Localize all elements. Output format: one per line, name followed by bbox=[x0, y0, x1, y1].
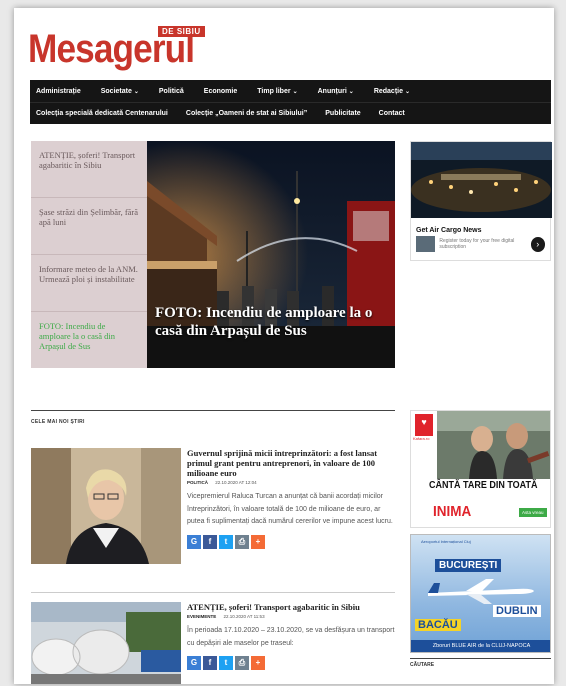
chevron-down-icon: ⌄ bbox=[292, 88, 298, 95]
nav-item-economie[interactable]: Economie bbox=[204, 88, 237, 95]
ad-bottom: Register today for your free digital sub… bbox=[411, 236, 550, 252]
ad-heading-highlight: INIMA bbox=[433, 503, 472, 520]
ad-brand-sub: Kafara.ro bbox=[413, 436, 430, 441]
more-share-icon[interactable]: + bbox=[251, 656, 265, 670]
hero-list-item-active[interactable]: FOTO: Incendiu de amploare la o casă din… bbox=[31, 312, 147, 369]
google-plus-icon[interactable]: G bbox=[187, 656, 201, 670]
section-title: CELE MAI NOI ȘTIRI bbox=[31, 419, 85, 425]
ad-city-bacau: BACĂU bbox=[415, 619, 461, 631]
chevron-down-icon: ⌄ bbox=[348, 88, 354, 95]
article-divider bbox=[31, 592, 395, 593]
logo-subtitle: DE SIBIU bbox=[158, 26, 205, 37]
nav-item-publicitate[interactable]: Publicitate bbox=[325, 110, 360, 117]
sidebar-divider bbox=[410, 658, 551, 659]
twitter-icon[interactable]: t bbox=[219, 534, 233, 549]
nav-item-contact[interactable]: Contact bbox=[379, 110, 405, 117]
kiss-logo-icon: ♥ bbox=[415, 414, 433, 436]
nav-row-secondary: Colecția specială dedicată Centenarului … bbox=[30, 102, 551, 124]
hero-featured-image[interactable]: FOTO: Incendiu de amploare la o casă din… bbox=[147, 141, 395, 368]
hero-list-item[interactable]: ATENȚIE, șoferi! Transport agabaritic în… bbox=[31, 141, 147, 198]
article-excerpt: Vicepremierul Raluca Turcan a anunțat că… bbox=[187, 493, 393, 525]
nav-item-anunturi[interactable]: Anunțuri ⌄ bbox=[318, 88, 354, 95]
nav-row-primary: Administrație Societate ⌄ Politică Econom… bbox=[30, 80, 551, 102]
kiss-fm-ad[interactable]: ♥ Kafara.ro CÂNTĂ TARE DIN TOATĂ INIMA A… bbox=[410, 410, 551, 528]
air-cargo-ad[interactable]: Get Air Cargo News Register today for yo… bbox=[410, 141, 552, 261]
chevron-down-icon: ⌄ bbox=[133, 88, 139, 95]
portrait-photo bbox=[31, 448, 181, 564]
nav-item-oameni-de-stat[interactable]: Colecție „Oameni de stat ai Sibiului” bbox=[186, 110, 307, 117]
nav-item-politica[interactable]: Politică bbox=[159, 88, 184, 95]
share-buttons: G f t ⎙ + bbox=[187, 534, 395, 549]
arrow-right-icon[interactable]: › bbox=[530, 236, 545, 252]
site-logo[interactable]: Mesagerul DE SIBIU bbox=[28, 24, 217, 74]
ad-top-text: Aeroportul Internațional Cluj bbox=[421, 539, 471, 544]
facebook-icon[interactable]: f bbox=[203, 534, 217, 549]
twitter-icon[interactable]: t bbox=[219, 656, 233, 670]
article-thumbnail[interactable] bbox=[31, 602, 181, 684]
article-date: 22.10.2020 AT 12:04 bbox=[215, 480, 257, 485]
chevron-down-icon: ⌄ bbox=[405, 88, 411, 95]
ad-city-bucuresti: BUCUREȘTI bbox=[435, 559, 502, 572]
article-title[interactable]: ATENȚIE, șoferi! Transport agabaritic în… bbox=[187, 602, 395, 612]
ad-text: Register today for your free digital sub… bbox=[439, 238, 515, 250]
article-category[interactable]: EVENIMENTE bbox=[187, 614, 216, 619]
article-title[interactable]: Guvernul sprijină micii întreprinzători:… bbox=[187, 448, 395, 478]
nav-item-administratie[interactable]: Administrație bbox=[36, 88, 81, 95]
blue-air-ad[interactable]: Aeroportul Internațional Cluj BUCUREȘTI … bbox=[410, 534, 551, 653]
airplane-icon bbox=[428, 579, 534, 604]
article-meta: EVENIMENTE 22.10.2020 AT 11:53 bbox=[187, 614, 395, 619]
search-section-title: CĂUTARE bbox=[410, 662, 435, 668]
ad-footer: Zboruri BLUE AIR de la CLUJ-NAPOCA bbox=[411, 640, 550, 652]
article-thumbnail[interactable] bbox=[31, 448, 181, 564]
ad-title: Get Air Cargo News bbox=[416, 227, 482, 234]
hero-list-item[interactable]: Informare meteo de la ANM. Urmează ploi … bbox=[31, 255, 147, 312]
article-body: Guvernul sprijină micii întreprinzători:… bbox=[187, 448, 395, 549]
article-date: 22.10.2020 AT 11:53 bbox=[223, 614, 265, 619]
ad-city-dublin: DUBLIN bbox=[493, 605, 541, 617]
nav-item-societate[interactable]: Societate ⌄ bbox=[101, 88, 139, 95]
article-excerpt: În perioada 17.10.2020 – 23.10.2020, se … bbox=[187, 627, 395, 647]
ad-cta-button[interactable]: Asta vreau bbox=[519, 508, 547, 517]
page: Mesagerul DE SIBIU Administrație Societa… bbox=[14, 8, 554, 684]
hero-list-item[interactable]: Șase străzi din Șelimbăr, fără apă luni bbox=[31, 198, 147, 255]
share-buttons: G f t ⎙ + bbox=[187, 656, 395, 670]
nav-item-redactie[interactable]: Redacție ⌄ bbox=[374, 88, 410, 95]
print-icon[interactable]: ⎙ bbox=[235, 656, 249, 670]
nav-item-centenar[interactable]: Colecția specială dedicată Centenarului bbox=[36, 110, 168, 117]
print-icon[interactable]: ⎙ bbox=[235, 534, 249, 549]
magazine-thumbnail bbox=[416, 236, 436, 252]
main-navigation: Administrație Societate ⌄ Politică Econom… bbox=[30, 80, 551, 124]
article-body: ATENȚIE, șoferi! Transport agabaritic în… bbox=[187, 602, 395, 670]
section-divider bbox=[31, 410, 395, 411]
couple-photo bbox=[437, 411, 550, 479]
more-share-icon[interactable]: + bbox=[251, 534, 265, 549]
ad-heading: CÂNTĂ TARE DIN TOATĂ bbox=[429, 480, 538, 491]
transport-photo bbox=[31, 602, 181, 684]
hero-headline-list: ATENȚIE, șoferi! Transport agabaritic în… bbox=[31, 141, 147, 368]
article-category[interactable]: POLITICĂ bbox=[187, 480, 208, 485]
article-meta: POLITICĂ 22.10.2020 AT 12:04 bbox=[187, 480, 395, 485]
google-plus-icon[interactable]: G bbox=[187, 534, 201, 549]
facebook-icon[interactable]: f bbox=[203, 656, 217, 670]
hero-caption[interactable]: FOTO: Incendiu de amploare la o casă din… bbox=[155, 304, 391, 340]
airport-night-photo bbox=[411, 142, 552, 218]
nav-item-timp-liber[interactable]: Timp liber ⌄ bbox=[257, 88, 297, 95]
